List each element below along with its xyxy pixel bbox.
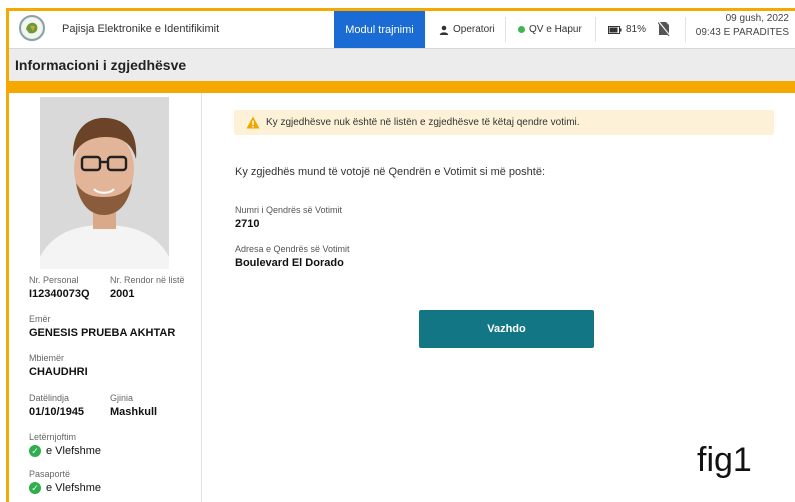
accent-bar: [9, 81, 795, 93]
id-card-label: Letërnjoftim: [29, 432, 77, 442]
divider: [595, 17, 596, 42]
gender-value: Mashkull: [110, 406, 158, 418]
battery-icon: [608, 25, 622, 34]
gender-label: Gjinia: [110, 393, 134, 403]
list-order-value: 2001: [110, 288, 135, 300]
operator-menu[interactable]: Operatori: [439, 24, 495, 35]
dob-label: Datëlindja: [29, 393, 70, 403]
app-title: Pajisja Elektronike e Identifikimit: [62, 23, 220, 35]
battery-label: 81%: [626, 24, 647, 35]
personal-number-value: I12340073Q: [29, 288, 90, 300]
warning-icon: [246, 116, 260, 129]
center-number-value: 2710: [235, 218, 260, 230]
passport-status: ✓ e Vlefshme: [29, 482, 101, 494]
divider: [505, 17, 506, 42]
title-bar: Informacioni i zgjedhësve: [9, 48, 795, 81]
warning-text: Ky zgjedhësve nuk është në listën e zgje…: [266, 117, 580, 128]
check-circle-icon: ✓: [29, 482, 41, 494]
warning-banner: Ky zgjedhësve nuk është në listën e zgje…: [234, 110, 774, 135]
personal-number-label: Nr. Personal: [29, 275, 79, 285]
center-number-label: Numri i Qendrës së Votimit: [235, 205, 343, 215]
name-label: Emër: [29, 314, 51, 324]
center-address-value: Boulevard El Dorado: [235, 257, 344, 269]
no-sim-icon: [657, 20, 671, 41]
top-bar: Pajisja Elektronike e Identifikimit Modu…: [9, 11, 795, 48]
date-text: 09 gush, 2022: [725, 13, 789, 24]
battery-status: 81%: [608, 24, 646, 35]
voter-photo: [40, 97, 169, 269]
dob-value: 01/10/1945: [29, 406, 85, 418]
passport-label: Pasaportë: [29, 469, 71, 479]
training-module-tab[interactable]: Modul trajnimi: [334, 11, 425, 48]
divider: [685, 17, 686, 42]
user-icon: [439, 25, 449, 35]
continue-button[interactable]: Vazhdo: [419, 310, 594, 348]
list-order-label: Nr. Rendor në listë: [110, 275, 185, 285]
time-text: 09:43 E PARADITES: [695, 27, 789, 38]
status-dot-icon: [518, 26, 525, 33]
center-address-label: Adresa e Qendrës së Votimit: [235, 244, 350, 254]
surname-value: CHAUDHRI: [29, 366, 88, 378]
id-card-status: ✓ e Vlefshme: [29, 445, 101, 457]
voter-sidebar: Nr. Personal Nr. Rendor në listë I123400…: [9, 93, 202, 502]
app-frame: Pajisja Elektronike e Identifikimit Modu…: [6, 8, 795, 502]
polling-status[interactable]: QV e Hapur: [518, 24, 582, 35]
surname-label: Mbiemër: [29, 353, 65, 363]
page-title: Informacioni i zgjedhësve: [15, 57, 187, 73]
id-card-status-text: e Vlefshme: [46, 445, 102, 457]
app-logo-icon: [19, 15, 45, 41]
intro-text: Ky zgjedhës mund të votojë në Qendrën e …: [235, 166, 546, 178]
figure-label: fig1: [697, 441, 752, 479]
check-circle-icon: ✓: [29, 445, 41, 457]
passport-status-text: e Vlefshme: [46, 482, 102, 494]
status-label: QV e Hapur: [529, 24, 582, 35]
name-value: GENESIS PRUEBA AKHTAR: [29, 327, 176, 339]
operator-label: Operatori: [453, 24, 495, 35]
